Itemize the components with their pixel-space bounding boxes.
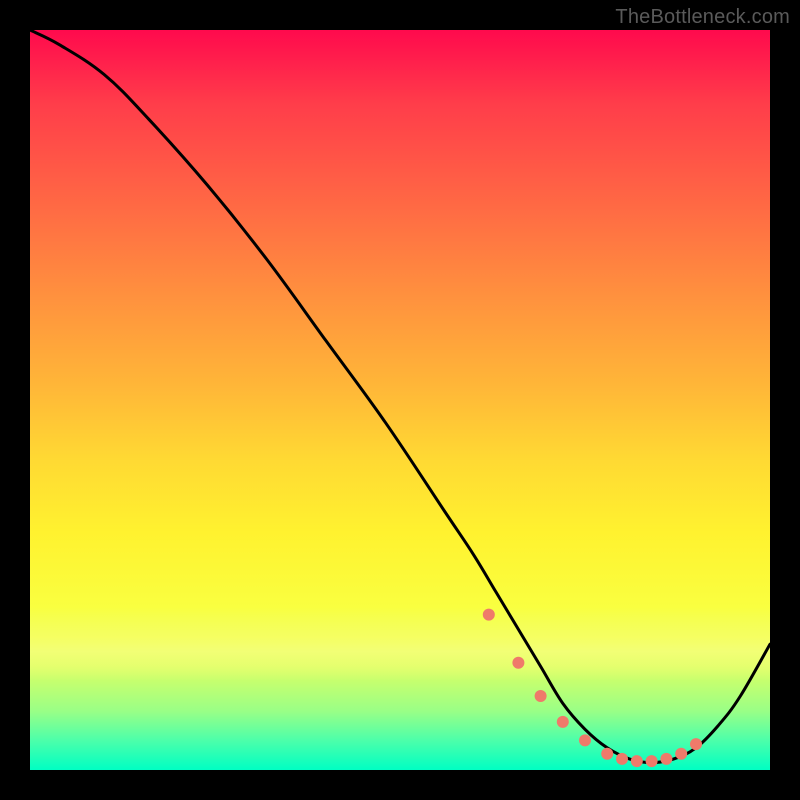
- marker-dot: [616, 753, 628, 765]
- optimal-range-markers: [483, 609, 702, 768]
- marker-dot: [579, 734, 591, 746]
- watermark-text: TheBottleneck.com: [615, 6, 790, 29]
- marker-dot: [690, 738, 702, 750]
- marker-dot: [631, 755, 643, 767]
- marker-dot: [660, 753, 672, 765]
- plot-area: [30, 30, 770, 770]
- marker-dot: [512, 657, 524, 669]
- marker-dot: [675, 748, 687, 760]
- chart-svg: [30, 30, 770, 770]
- marker-dot: [601, 748, 613, 760]
- chart-frame: TheBottleneck.com: [0, 0, 800, 800]
- marker-dot: [646, 755, 658, 767]
- marker-dot: [483, 609, 495, 621]
- marker-dot: [557, 716, 569, 728]
- bottleneck-curve-line: [30, 30, 770, 763]
- marker-dot: [535, 690, 547, 702]
